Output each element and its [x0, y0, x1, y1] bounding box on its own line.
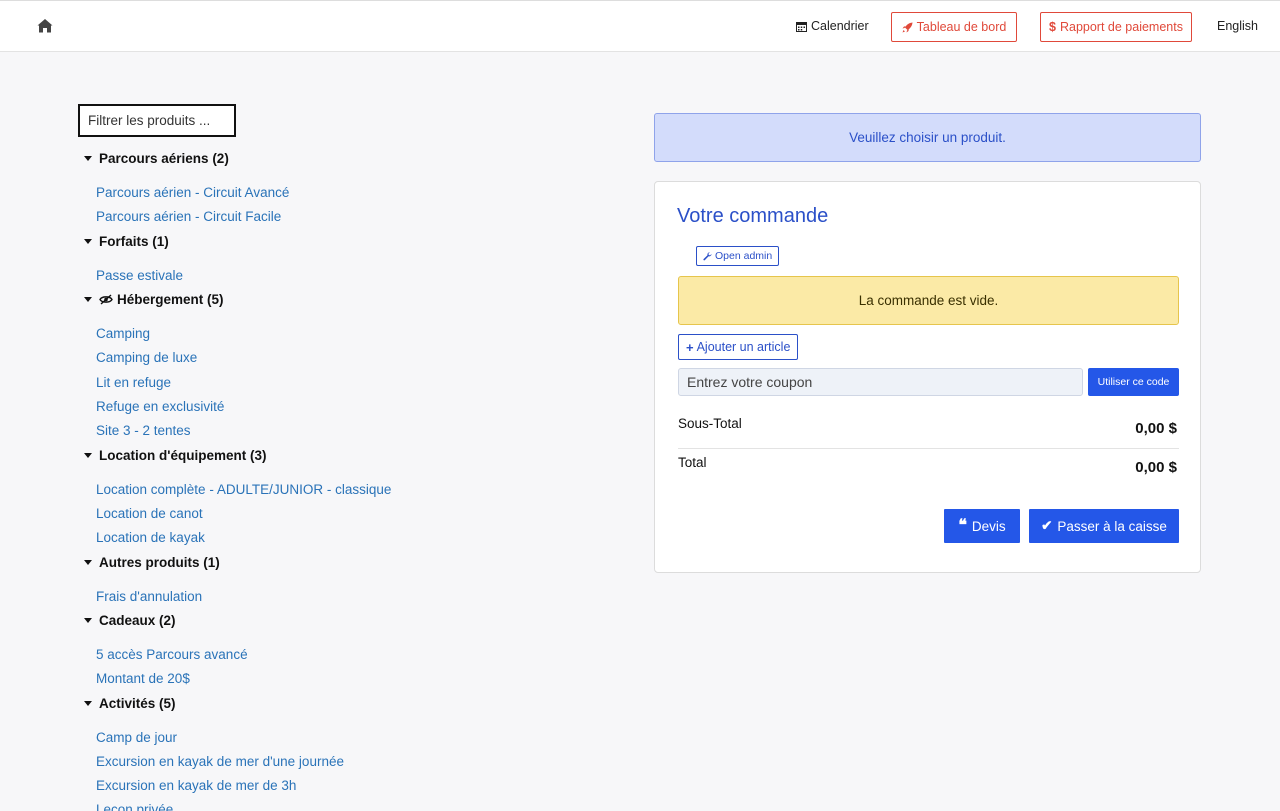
caret-down-icon	[84, 239, 92, 244]
payments-report-label: Rapport de paiements	[1059, 20, 1183, 34]
product-item[interactable]: Location de canot	[96, 506, 203, 521]
wrench-icon	[703, 251, 712, 260]
quote-icon: ❝	[958, 517, 967, 534]
empty-order-alert: La commande est vide.	[678, 276, 1179, 325]
calendar-link[interactable]: Calendrier	[796, 19, 869, 33]
category-autres-produits[interactable]: Autres produits (1)	[84, 555, 220, 570]
subtotal-label: Sous-Total	[678, 416, 742, 431]
category-label: Forfaits (1)	[99, 234, 169, 249]
product-item[interactable]: Passe estivale	[96, 268, 183, 283]
total-value: 0,00 $	[1135, 459, 1177, 476]
caret-down-icon	[84, 297, 92, 302]
checkout-label: Passer à la caisse	[1057, 518, 1167, 534]
caret-down-icon	[84, 156, 92, 161]
quote-label: Devis	[971, 518, 1006, 534]
subtotal-value: 0,00 $	[1135, 420, 1177, 437]
language-switch[interactable]: English	[1217, 19, 1258, 33]
calendar-icon	[796, 21, 807, 32]
dollar-icon: $	[1049, 20, 1056, 34]
product-item[interactable]: Leçon privée	[96, 802, 173, 811]
category-cadeaux[interactable]: Cadeaux (2)	[84, 613, 176, 628]
open-admin-button[interactable]: Open admin	[696, 246, 780, 266]
product-item[interactable]: Site 3 - 2 tentes	[96, 423, 191, 438]
quote-button[interactable]: ❝ Devis	[944, 509, 1020, 543]
product-item[interactable]: Location de kayak	[96, 530, 205, 545]
caret-down-icon	[84, 701, 92, 706]
apply-coupon-button[interactable]: Utiliser ce code	[1088, 368, 1179, 396]
plus-icon: +	[686, 339, 694, 355]
checkout-button[interactable]: ✔ Passer à la caisse	[1029, 509, 1179, 543]
home-icon[interactable]	[36, 17, 54, 35]
product-item[interactable]: Frais d'annulation	[96, 589, 202, 604]
category-parcours-aeriens[interactable]: Parcours aériens (2)	[84, 151, 229, 166]
category-forfaits[interactable]: Forfaits (1)	[84, 234, 169, 249]
check-icon: ✔	[1041, 518, 1053, 533]
dashboard-label: Tableau de bord	[916, 20, 1007, 34]
rocket-icon	[902, 22, 913, 32]
category-label: Hébergement (5)	[117, 292, 224, 307]
category-label: Location d'équipement (3)	[99, 448, 267, 463]
category-location-equipement[interactable]: Location d'équipement (3)	[84, 448, 266, 463]
product-item[interactable]: Refuge en exclusivité	[96, 399, 224, 414]
add-item-button[interactable]: + Ajouter un article	[678, 334, 799, 360]
top-navbar: Calendrier Tableau de bord $ Rapport de …	[0, 0, 1280, 52]
product-filter-input[interactable]	[78, 104, 236, 137]
product-item[interactable]: Lit en refuge	[96, 375, 171, 390]
product-item[interactable]: Location complète - ADULTE/JUNIOR - clas…	[96, 482, 391, 497]
language-label: English	[1217, 19, 1258, 33]
product-item[interactable]: 5 accès Parcours avancé	[96, 647, 248, 662]
coupon-input[interactable]	[678, 368, 1083, 396]
category-label: Parcours aériens (2)	[99, 151, 229, 166]
payments-report-button[interactable]: $ Rapport de paiements	[1040, 12, 1192, 42]
total-label: Total	[678, 455, 707, 470]
product-item[interactable]: Parcours aérien - Circuit Facile	[96, 209, 281, 224]
category-label: Activités (5)	[99, 696, 176, 711]
category-label: Cadeaux (2)	[99, 613, 176, 628]
product-item[interactable]: Parcours aérien - Circuit Avancé	[96, 185, 289, 200]
dashboard-button[interactable]: Tableau de bord	[891, 12, 1017, 42]
caret-down-icon	[84, 453, 92, 458]
product-item[interactable]: Camping	[96, 326, 150, 341]
choose-product-alert: Veuillez choisir un produit.	[654, 113, 1201, 162]
product-item[interactable]: Montant de 20$	[96, 671, 190, 686]
category-hebergement[interactable]: Hébergement (5)	[84, 292, 224, 307]
product-item[interactable]: Excursion en kayak de mer d'une journée	[96, 754, 344, 769]
product-item[interactable]: Camp de jour	[96, 730, 177, 745]
product-item[interactable]: Excursion en kayak de mer de 3h	[96, 778, 296, 793]
divider	[678, 448, 1179, 449]
apply-coupon-label: Utiliser ce code	[1097, 376, 1170, 388]
product-item[interactable]: Camping de luxe	[96, 350, 197, 365]
add-item-label: Ajouter un article	[696, 340, 791, 354]
empty-order-text: La commande est vide.	[858, 293, 999, 308]
calendar-label: Calendrier	[811, 19, 869, 33]
caret-down-icon	[84, 560, 92, 565]
eye-slash-icon	[99, 294, 113, 305]
caret-down-icon	[84, 618, 92, 623]
order-title: Votre commande	[677, 205, 829, 227]
alert-text: Veuillez choisir un produit.	[849, 130, 1006, 145]
category-label: Autres produits (1)	[99, 555, 220, 570]
open-admin-label: Open admin	[715, 250, 773, 262]
order-card: Votre commande Open admin La commande es…	[654, 181, 1201, 573]
category-activites[interactable]: Activités (5)	[84, 696, 176, 711]
